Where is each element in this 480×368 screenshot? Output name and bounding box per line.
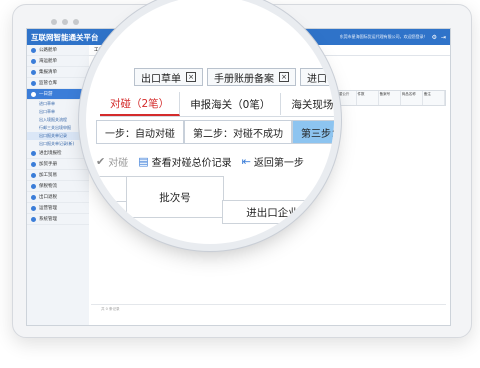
status-tabbar: 对碰（2笔） 申报海关（0笔） 海关现场（0笔） [100,92,334,117]
printer-icon: ▤ [138,154,149,168]
menu-icon [31,69,36,75]
menu-icon [31,194,36,200]
dot-icon [73,19,79,25]
sidebar-item[interactable]: 运营管理 [27,203,89,214]
back-to-step1-button[interactable]: ⇤ 返回第一步 [242,154,304,169]
settings-icon[interactable]: ⚙ [432,34,437,41]
user-info: 东莞市星海国际货运代理有限公司，欢迎您登录！ [339,34,428,39]
company-label: 进出口企业名称 [246,206,320,219]
window-dots [51,19,79,25]
doc-tab[interactable]: 手册账册备案 × [207,68,296,86]
column-header: 商品名称 [401,91,423,105]
sidebar-item-label: 出口退税 [39,195,57,200]
sidebar-subitem[interactable]: 行邮三关出境申报 [27,124,89,132]
pager: 共 0 条记录 [91,304,446,313]
sidebar-item-label: 保税物流 [39,184,57,189]
sidebar-item[interactable]: 出口退税 [27,192,89,203]
sidebar-item-label: 海运舱单 [39,59,57,64]
sidebar-item[interactable]: 加工贸易 [27,170,89,181]
tab-customs-site[interactable]: 海关现场（0笔） [281,93,334,115]
dot-icon [62,19,68,25]
sidebar-item-label: 系统管理 [39,217,57,222]
step-match-success[interactable]: 第三步：对碰成功 [292,120,334,144]
doc-tab[interactable]: 进口草单× [300,68,334,86]
menu-icon [31,150,36,156]
return-icon: ⇤ [241,154,251,168]
match-label: 对碰 [108,157,129,169]
toolbar: ✔ 对碰 ▤ 查看对碰总价记录 ⇤ 返回第一步 [96,150,334,172]
step-auto-match[interactable]: 一步：自动对碰 [96,120,184,144]
step-match-failed[interactable]: 第二步：对碰不成功 [184,120,292,144]
sidebar-item-label: 一日游 [39,92,53,97]
pager-text: 共 0 条记录 [101,306,120,311]
sidebar-item-label: 加工贸易 [39,173,57,178]
menu-icon [31,91,36,97]
column-header: 件数 [357,91,379,105]
sidebar-item[interactable]: 公路舱单 [27,45,89,56]
column-header: 备注 [423,91,445,105]
menu-icon [31,216,36,222]
dot-icon [51,19,57,25]
sidebar-item-label: 加贸手册 [39,162,57,167]
batch-label: 批次号 [159,191,191,204]
sidebar-item-label: 监管仓库 [39,81,57,86]
doc-tab[interactable]: 出口草单 × [134,68,203,86]
step-bar: 一步：自动对碰 第二步：对碰不成功 第三步：对碰成功 [96,120,334,144]
tab-declare-customs[interactable]: 申报海关（0笔） [180,93,282,115]
close-icon[interactable]: × [279,72,289,82]
menu-icon [31,58,36,64]
sidebar-item-label: 进出境报检 [39,151,62,156]
sidebar-item-active[interactable]: 一日游 [27,89,89,100]
sidebar: 公路舱单 海运舱单 集报清单 监管仓库 一日游 进口草单 出口草单 出入境报关流… [27,45,90,325]
menu-icon [31,80,36,86]
sidebar-item[interactable]: 监管仓库 [27,78,89,89]
logout-icon[interactable]: ⇥ [441,34,446,41]
tab-match[interactable]: 对碰（2笔） [100,92,181,116]
column-header: 毛重公斤 [334,91,357,105]
sidebar-item[interactable]: 集报清单 [27,67,89,78]
sidebar-item[interactable]: 海运舱单 [27,56,89,67]
menu-icon [31,172,36,178]
sidebar-subitem[interactable]: 出口报关单记录(新) [27,140,89,148]
doc-tabbar: 出口草单 × 手册账册备案 × 进口草单× [134,68,334,86]
sidebar-item[interactable]: 进出境报检 [27,148,89,159]
doc-tab-label: 进口草单 [307,73,334,85]
column-header: 备案号 [379,91,401,105]
view-match-record-button[interactable]: ▤ 查看对碰总价记录 [138,154,231,169]
check-icon: ✔ [96,154,106,168]
menu-icon [31,183,36,189]
column-header-batch: 批次号 [126,176,224,218]
magnifier-lens: 出口草单 × 手册账册备案 × 进口草单× 对碰（2笔） 申报海关（0笔） 海关现场… [86,0,334,244]
sidebar-subitem[interactable]: 出口报关单记录 [27,132,89,140]
sidebar-subitem[interactable]: 出口草单 [27,108,89,116]
sidebar-subitem[interactable]: 进口草单 [27,100,89,108]
back-to-step1-label: 返回第一步 [253,157,304,169]
sidebar-item-label: 公路舱单 [39,48,57,53]
sidebar-item[interactable]: 加贸手册 [27,159,89,170]
menu-icon [31,205,36,211]
match-button[interactable]: ✔ 对碰 [96,154,128,169]
close-icon[interactable]: × [186,72,196,82]
sidebar-item[interactable]: 系统管理 [27,214,89,225]
view-match-record-label: 查看对碰总价记录 [151,157,232,169]
sidebar-item[interactable]: 保税物流 [27,181,89,192]
menu-icon [31,161,36,167]
column-header-company: 进出口企业名称 [222,200,334,224]
sidebar-item-label: 集报清单 [39,70,57,75]
sidebar-item-label: 运营管理 [39,206,57,211]
doc-tab-label: 手册账册备案 [214,73,274,85]
doc-tab-label: 出口草单 [141,73,181,85]
column-header-blank [96,176,128,202]
sidebar-subitem[interactable]: 出入境报关流程 [27,116,89,124]
menu-icon [31,47,36,53]
